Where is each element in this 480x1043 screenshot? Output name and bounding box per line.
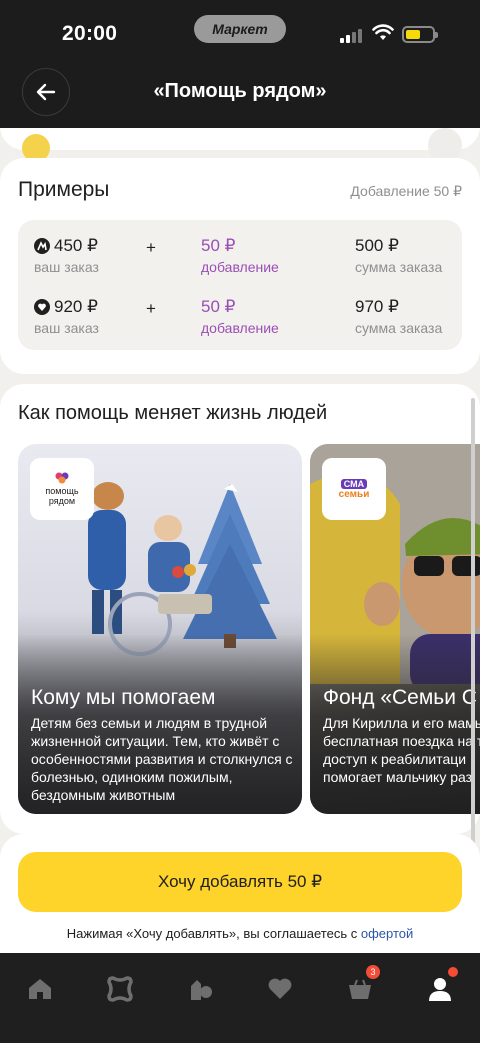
nav-catalog[interactable] — [96, 965, 144, 1013]
order-label: ваш заказ — [34, 259, 99, 275]
help-section: Как помощь меняет жизнь людей помощь ряд… — [0, 384, 480, 834]
status-time: 20:00 — [62, 22, 118, 45]
app-indicator[interactable]: Маркет — [194, 15, 286, 43]
total-value: 500 ₽ — [355, 236, 399, 255]
products-icon — [191, 980, 212, 1000]
order-cell: 450 ₽ ваш заказ — [34, 236, 99, 275]
add-label: добавление — [201, 320, 279, 336]
home-icon — [29, 979, 51, 999]
total-value: 970 ₽ — [355, 297, 399, 316]
story-title: Кому мы помогаем — [31, 686, 216, 709]
add-label: добавление — [201, 259, 279, 275]
add-value: 50 ₽ — [201, 297, 236, 316]
examples-table: 450 ₽ ваш заказ + 50 ₽ добавление 500 ₽ … — [18, 220, 462, 350]
story-text-line: бесплатная поездка на т — [323, 733, 480, 749]
story-text-line: помогает мальчику раз — [323, 769, 473, 785]
plus-sign: + — [146, 299, 156, 318]
add-cell: 50 ₽ добавление — [201, 236, 279, 275]
total-label: сумма заказа — [355, 320, 443, 336]
nav-favorites[interactable] — [256, 965, 304, 1013]
examples-title: Примеры — [18, 178, 110, 201]
total-label: сумма заказа — [355, 259, 443, 275]
cellular-signal-icon — [340, 27, 364, 43]
story-text-line: доступ к реабилитаци — [323, 751, 467, 767]
notification-dot — [448, 967, 458, 977]
heart-icon — [268, 978, 292, 999]
heart-logo-icon — [55, 472, 69, 484]
order-label: ваш заказ — [34, 320, 99, 336]
total-cell: 500 ₽ сумма заказа — [355, 236, 442, 275]
catalog-icon — [107, 976, 133, 1002]
logo-text: помощь рядом — [45, 486, 79, 506]
nav-profile[interactable] — [416, 965, 464, 1013]
chevron-icon[interactable] — [428, 128, 462, 162]
nav-cart[interactable]: 3 — [336, 965, 384, 1013]
example-row: 920 ₽ ваш заказ + 50 ₽ добавление 970 ₽ … — [18, 297, 462, 347]
story-title: Фонд «Семьи С — [323, 686, 477, 709]
story-text: Детям без семьи и людям в трудной жизнен… — [31, 715, 293, 803]
cta-panel: Хочу добавлять 50 ₽ Нажимая «Хочу добавл… — [0, 834, 480, 953]
offer-link[interactable]: офертой — [361, 926, 413, 941]
offer-note: Нажимая «Хочу добавлять», вы соглашаетес… — [0, 926, 480, 941]
order-cell: 920 ₽ ваш заказ — [34, 297, 99, 336]
total-cell: 970 ₽ сумма заказа — [355, 297, 442, 336]
order-value: 450 ₽ — [54, 236, 98, 255]
help-title: Как помощь меняет жизнь людей — [18, 402, 328, 424]
story-text: Для Кирилла и его мамы бесплатная поездк… — [323, 714, 480, 786]
nav-home[interactable] — [16, 965, 64, 1013]
previous-card — [0, 128, 480, 162]
logo-text-bottom: семьи — [338, 488, 370, 500]
battery-level — [406, 30, 420, 39]
sma-semyi-logo: СМА семьи — [322, 458, 386, 520]
story-card[interactable]: помощь рядом Кому мы помогаем Детям без … — [18, 444, 302, 814]
content-scroll[interactable]: Примеры Добавление 50 ₽ 450 ₽ ваш заказ … — [0, 128, 480, 953]
add-value: 50 ₽ — [201, 236, 236, 255]
page-header: «Помощь рядом» — [0, 62, 480, 128]
offer-note-text: Нажимая «Хочу добавлять», вы соглашаетес… — [66, 926, 361, 941]
order-value: 920 ₽ — [54, 297, 98, 316]
plus-sign: + — [146, 238, 156, 257]
battery-icon — [402, 26, 438, 43]
add-donation-button[interactable]: Хочу добавлять 50 ₽ — [18, 852, 462, 912]
profile-icon — [429, 978, 451, 1001]
wifi-icon — [372, 24, 394, 40]
example-row: 450 ₽ ваш заказ + 50 ₽ добавление 500 ₽ … — [18, 236, 462, 286]
status-bar: 20:00 Маркет — [0, 0, 480, 62]
bottom-nav: 3 — [0, 953, 480, 1043]
market-logo-icon — [34, 238, 50, 254]
logo-text-top: СМА — [340, 478, 368, 489]
page-title: «Помощь рядом» — [153, 80, 327, 102]
story-card[interactable]: СМА семьи Фонд «Семьи С Для Кирилла и ег… — [310, 444, 480, 814]
story-text-line: Для Кирилла и его мамы — [323, 715, 480, 731]
cart-badge: 3 — [366, 965, 380, 979]
heart-logo-icon — [34, 299, 50, 315]
pomosh-ryadom-logo: помощь рядом — [30, 458, 94, 520]
examples-note: Добавление 50 ₽ — [350, 183, 462, 199]
examples-card: Примеры Добавление 50 ₽ 450 ₽ ваш заказ … — [0, 158, 480, 374]
nav-products[interactable] — [176, 965, 224, 1013]
cart-icon — [349, 979, 371, 999]
add-cell: 50 ₽ добавление — [201, 297, 279, 336]
